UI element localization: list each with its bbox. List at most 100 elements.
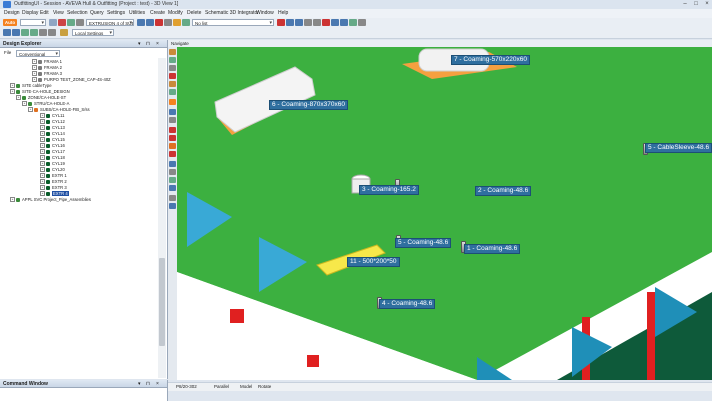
- menu-design[interactable]: Design: [4, 10, 20, 16]
- level-combo[interactable]: Local Settings: [72, 29, 114, 36]
- tool-icon[interactable]: [21, 29, 29, 36]
- dropdown-icon[interactable]: ▾: [138, 40, 141, 48]
- tool-icon[interactable]: [358, 19, 366, 26]
- tool-icon[interactable]: [169, 65, 176, 71]
- menu-schematic[interactable]: Schematic 3D Integrator: [205, 10, 259, 16]
- tool-icon[interactable]: [169, 49, 176, 55]
- tool-icon[interactable]: [169, 135, 176, 141]
- tool-icon[interactable]: [48, 29, 56, 36]
- label-coaming-1[interactable]: 1 - Coaming-48.6: [464, 244, 521, 254]
- maximize-button[interactable]: □: [691, 0, 701, 9]
- close-button[interactable]: ×: [702, 0, 712, 9]
- expand-icon[interactable]: +: [10, 83, 15, 89]
- expand-icon[interactable]: +: [40, 125, 45, 131]
- tool-icon[interactable]: [322, 19, 330, 26]
- navigate-icon[interactable]: [137, 19, 145, 26]
- tool-icon[interactable]: [3, 29, 11, 36]
- menu-selection[interactable]: Selection: [67, 10, 88, 16]
- tool-icon[interactable]: [49, 19, 57, 26]
- pipe-combo[interactable]: [20, 19, 46, 26]
- expand-icon[interactable]: +: [16, 95, 21, 101]
- tool-icon[interactable]: [169, 203, 176, 209]
- label-coaming-7[interactable]: 7 - Coaming-570x220x60: [451, 55, 530, 65]
- tool-icon[interactable]: [169, 151, 176, 157]
- expand-icon[interactable]: +: [32, 65, 37, 71]
- menu-settings[interactable]: Settings: [107, 10, 125, 16]
- menu-create[interactable]: Create: [150, 10, 165, 16]
- tool-icon[interactable]: [169, 57, 176, 63]
- expand-icon[interactable]: +: [40, 143, 45, 149]
- expand-icon[interactable]: +: [32, 77, 37, 83]
- menu-modify[interactable]: Modify: [168, 10, 183, 16]
- 3d-viewport[interactable]: 7 - Coaming-570x220x60 6 - Coaming-870x3…: [177, 47, 712, 380]
- auto-button[interactable]: Auto: [3, 19, 17, 26]
- tool-icon[interactable]: [304, 19, 312, 26]
- expand-icon[interactable]: +: [40, 137, 45, 143]
- tool-icon[interactable]: [286, 19, 294, 26]
- tool-icon[interactable]: [169, 89, 176, 95]
- tool-icon[interactable]: [169, 73, 176, 79]
- expand-icon[interactable]: +: [40, 155, 45, 161]
- expand-icon[interactable]: +: [28, 107, 33, 113]
- tool-icon[interactable]: [169, 117, 176, 123]
- tool-icon[interactable]: [39, 29, 47, 36]
- tool-icon[interactable]: [30, 29, 38, 36]
- tool-icon[interactable]: [169, 169, 176, 175]
- label-plate-11[interactable]: 11 - 500*200*50: [347, 257, 400, 267]
- menu-view[interactable]: View: [53, 10, 64, 16]
- tool-icon[interactable]: [169, 161, 176, 167]
- navigate-icon[interactable]: [146, 19, 154, 26]
- tool-icon[interactable]: [58, 19, 66, 26]
- tool-icon[interactable]: [313, 19, 321, 26]
- expand-icon[interactable]: +: [40, 113, 45, 119]
- label-coaming-5[interactable]: 5 - Coaming-48.6: [395, 238, 452, 248]
- tool-icon[interactable]: [169, 127, 176, 133]
- expand-icon[interactable]: +: [10, 89, 15, 95]
- menu-display[interactable]: Display: [22, 10, 38, 16]
- scrollbar-thumb[interactable]: [159, 258, 165, 346]
- label-coaming-6[interactable]: 6 - Coaming-870x370x60: [269, 100, 348, 110]
- tool-icon[interactable]: [182, 19, 190, 26]
- expand-icon[interactable]: +: [40, 179, 45, 185]
- expand-icon[interactable]: +: [40, 185, 45, 191]
- tool-icon[interactable]: [67, 19, 75, 26]
- tool-icon[interactable]: [76, 19, 84, 26]
- tool-icon[interactable]: [169, 99, 176, 105]
- tree-item[interactable]: + APPL SVC Project_Pipe_Assemblies: [10, 197, 91, 203]
- expand-icon[interactable]: +: [40, 167, 45, 173]
- tool-icon[interactable]: [12, 29, 20, 36]
- expand-icon[interactable]: +: [40, 173, 45, 179]
- menu-delete[interactable]: Delete: [187, 10, 201, 16]
- file-combo[interactable]: Conventional: [16, 50, 60, 57]
- list-combo[interactable]: No list: [192, 19, 274, 26]
- label-coaming-2[interactable]: 2 - Coaming-48.6: [475, 186, 532, 196]
- expand-icon[interactable]: +: [10, 197, 15, 203]
- label-cablesleeve[interactable]: 5 - CableSleeve-48.6: [645, 143, 712, 153]
- expand-icon[interactable]: +: [32, 59, 37, 65]
- tool-icon[interactable]: [60, 29, 68, 36]
- menu-window[interactable]: Window: [256, 10, 274, 16]
- minimize-button[interactable]: –: [680, 0, 690, 9]
- expand-icon[interactable]: +: [40, 149, 45, 155]
- element-combo[interactable]: EXTRUSION 4 of SUBSTRUC: [86, 19, 134, 26]
- tool-icon[interactable]: [155, 19, 163, 26]
- expand-icon[interactable]: +: [32, 71, 37, 77]
- delete-icon[interactable]: [277, 19, 285, 26]
- menu-utilities[interactable]: Utilities: [129, 10, 145, 16]
- dropdown-icon[interactable]: ▾: [138, 380, 141, 388]
- tool-icon[interactable]: [349, 19, 357, 26]
- tool-icon[interactable]: [331, 19, 339, 26]
- expand-icon[interactable]: +: [40, 191, 45, 197]
- tool-icon[interactable]: [340, 19, 348, 26]
- label-coaming-4[interactable]: 4 - Coaming-48.6: [379, 299, 436, 309]
- label-coaming-3[interactable]: 3 - Coaming-165.2: [359, 185, 419, 195]
- tool-icon[interactable]: [295, 19, 303, 26]
- menu-query[interactable]: Query: [90, 10, 104, 16]
- pin-icon[interactable]: ⊓: [146, 380, 150, 388]
- menu-edit[interactable]: Edit: [40, 10, 49, 16]
- close-icon[interactable]: ×: [156, 40, 159, 48]
- tool-icon[interactable]: [169, 177, 176, 183]
- tool-icon[interactable]: [169, 195, 176, 201]
- close-icon[interactable]: ×: [156, 380, 159, 388]
- tool-icon[interactable]: [164, 19, 172, 26]
